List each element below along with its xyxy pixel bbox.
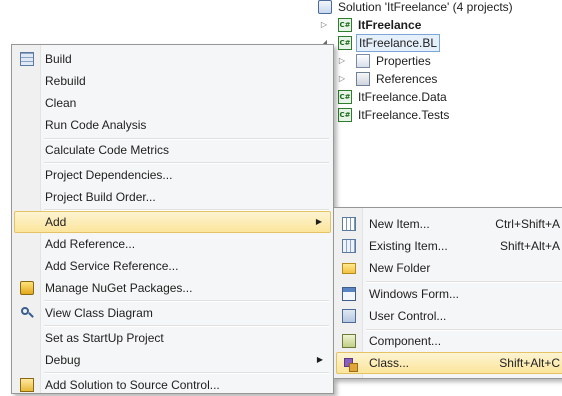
menu-item-label: Existing Item...	[369, 239, 448, 253]
csharp-project-icon: C#	[338, 90, 352, 104]
tree-item-itfreelance[interactable]: ▷ C# ItFreelance	[306, 16, 506, 34]
class-diagram-icon	[20, 306, 34, 320]
menu-item-label: Build	[45, 52, 72, 66]
solution-explorer-tree: Solution 'ItFreelance' (4 projects) ▷ C#…	[306, 0, 562, 130]
existing-item-icon	[342, 239, 356, 253]
menu-item-label: New Folder	[369, 261, 431, 275]
solution-icon	[318, 0, 332, 14]
submenu-item-new-item[interactable]: New Item... Ctrl+Shift+A	[336, 213, 562, 235]
submenu-item-class[interactable]: Class... Shift+Alt+C	[336, 352, 562, 374]
menu-item-label: Debug	[45, 353, 81, 367]
menu-item-clean[interactable]: Clean	[14, 92, 331, 114]
references-icon	[356, 72, 370, 86]
add-submenu: New Item... Ctrl+Shift+A Existing Item..…	[333, 207, 562, 379]
menu-item-label: Add Solution to Source Control...	[45, 378, 220, 392]
menu-item-project-dependencies[interactable]: Project Dependencies...	[14, 164, 331, 186]
expand-arrow-icon[interactable]: ▷	[338, 52, 346, 70]
menu-item-add[interactable]: Add ▶	[14, 211, 331, 233]
menu-item-add-service-reference[interactable]: Add Service Reference...	[14, 255, 331, 277]
menu-item-label: Class...	[369, 356, 410, 370]
menu-item-view-class-diagram[interactable]: View Class Diagram	[14, 302, 331, 324]
menu-item-run-code-analysis[interactable]: Run Code Analysis	[14, 114, 331, 136]
menu-item-add-reference[interactable]: Add Reference...	[14, 233, 331, 255]
menu-item-label: User Control...	[369, 309, 447, 323]
tree-item-itfreelance-data[interactable]: C# ItFreelance.Data	[306, 88, 506, 106]
tree-item-label: Properties	[376, 54, 431, 68]
submenu-item-existing-item[interactable]: Existing Item... Shift+Alt+A	[336, 235, 562, 257]
menu-item-label: Run Code Analysis	[45, 118, 147, 132]
menu-item-label: Windows Form...	[369, 287, 460, 301]
csharp-project-icon: C#	[338, 18, 352, 32]
submenu-item-new-folder[interactable]: New Folder	[336, 257, 562, 279]
menu-item-label: Component...	[369, 334, 442, 348]
csharp-project-icon: C#	[338, 108, 352, 122]
menu-item-label: Clean	[45, 96, 77, 110]
menu-item-label: Add Reference...	[45, 237, 136, 251]
expand-arrow-icon[interactable]: ▷	[320, 16, 328, 34]
menu-item-label: Project Dependencies...	[45, 168, 173, 182]
menu-item-project-build-order[interactable]: Project Build Order...	[14, 186, 331, 208]
project-context-menu: Build Rebuild Clean Run Code Analysis Ca…	[11, 44, 334, 394]
tree-item-label: ItFreelance.Data	[358, 90, 447, 104]
component-icon	[342, 334, 356, 348]
menu-item-calculate-code-metrics[interactable]: Calculate Code Metrics	[14, 139, 331, 161]
menu-item-label: Project Build Order...	[45, 190, 156, 204]
menu-item-label: Rebuild	[45, 74, 86, 88]
tree-item-properties[interactable]: ▷ Properties	[306, 52, 506, 70]
menu-item-shortcut: Shift+Alt+C	[499, 356, 560, 370]
tree-solution-node[interactable]: Solution 'ItFreelance' (4 projects)	[318, 0, 513, 16]
expand-arrow-icon[interactable]: ▷	[338, 70, 346, 88]
submenu-arrow-icon: ▶	[315, 217, 322, 226]
tree-item-label: References	[376, 72, 438, 86]
tree-item-label: ItFreelance	[358, 18, 422, 32]
nuget-package-icon	[20, 281, 34, 295]
tree-item-itfreelance-tests[interactable]: C# ItFreelance.Tests	[306, 106, 506, 124]
class-icon	[343, 357, 358, 372]
menu-item-label: Add Service Reference...	[45, 259, 179, 273]
tree-item-references[interactable]: ▷ References	[306, 70, 506, 88]
menu-item-label: Set as StartUp Project	[45, 331, 164, 345]
menu-item-manage-nuget-packages[interactable]: Manage NuGet Packages...	[14, 277, 331, 299]
solution-label: Solution 'ItFreelance' (4 projects)	[338, 0, 513, 14]
menu-item-set-startup-project[interactable]: Set as StartUp Project	[14, 327, 331, 349]
menu-item-shortcut: Shift+Alt+A	[499, 239, 560, 253]
properties-icon	[356, 54, 370, 68]
submenu-item-windows-form[interactable]: Windows Form...	[336, 283, 562, 305]
menu-item-label: Add	[45, 215, 67, 229]
new-folder-icon	[342, 263, 356, 274]
menu-item-add-solution-to-source-control[interactable]: Add Solution to Source Control...	[14, 374, 331, 396]
tree-item-label: ItFreelance.BL	[356, 34, 441, 52]
build-icon	[20, 52, 34, 66]
menu-item-label: New Item...	[369, 217, 430, 231]
user-control-icon	[342, 309, 356, 323]
menu-item-label: Manage NuGet Packages...	[45, 281, 193, 295]
menu-item-label: View Class Diagram	[45, 306, 153, 320]
new-item-icon	[342, 217, 356, 231]
tree-item-label: ItFreelance.Tests	[358, 108, 450, 122]
source-control-icon	[20, 378, 34, 392]
submenu-item-user-control[interactable]: User Control...	[336, 305, 562, 327]
menu-item-debug[interactable]: Debug ▶	[14, 349, 331, 371]
menu-item-label: Calculate Code Metrics	[45, 143, 170, 157]
submenu-arrow-icon: ▶	[316, 355, 323, 364]
menu-item-rebuild[interactable]: Rebuild	[14, 70, 331, 92]
menu-item-shortcut: Ctrl+Shift+A	[495, 217, 560, 231]
submenu-item-component[interactable]: Component...	[336, 330, 562, 352]
tree-item-itfreelance-bl[interactable]: ◢ C# ItFreelance.BL	[306, 34, 506, 52]
csharp-project-icon: C#	[338, 36, 352, 50]
windows-form-icon	[342, 287, 356, 301]
menu-item-build[interactable]: Build	[14, 48, 331, 70]
